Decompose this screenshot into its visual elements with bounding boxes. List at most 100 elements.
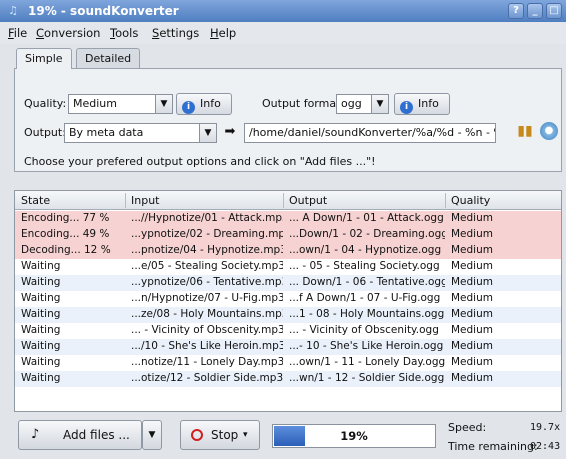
- cell-output: ...1 - 08 - Holy Mountains.ogg: [289, 308, 445, 320]
- output-mode-select[interactable]: By meta data: [64, 123, 200, 143]
- column-divider: [445, 193, 446, 208]
- table-row[interactable]: Decoding... 12 % ...pnotize/04 - Hypnotiz…: [15, 243, 561, 259]
- overall-progress-bar: 19%: [272, 424, 436, 448]
- cell-state: Waiting: [21, 372, 61, 384]
- table-row[interactable]: Waiting .../10 - She's Like Heroin.mp3...…: [15, 339, 561, 355]
- folder-icon[interactable]: ▮▮: [516, 122, 534, 140]
- cell-output: ...Down/1 - 02 - Dreaming.ogg: [289, 228, 445, 240]
- cell-quality: Medium: [451, 212, 493, 224]
- chevron-down-icon: ▾: [243, 430, 248, 440]
- cell-input: ...ypnotize/06 - Tentative.mp3: [131, 276, 283, 288]
- speed-value: 19.7x: [530, 422, 561, 433]
- cell-state: Waiting: [21, 340, 61, 352]
- output-mode-dropdown-arrow[interactable]: ▼: [199, 123, 217, 143]
- cell-output: ... Down/1 - 06 - Tentative.ogg: [289, 276, 445, 288]
- soundkonverter-window: ♫ 19% - soundKonverter ? _ □ File Conver…: [0, 0, 566, 459]
- menu-help[interactable]: Help: [210, 26, 236, 40]
- cell-quality: Medium: [451, 372, 493, 384]
- cell-output: ...f A Down/1 - 07 - U-Fig.ogg: [289, 292, 441, 304]
- cell-quality: Medium: [451, 244, 493, 256]
- quality-select[interactable]: Medium: [68, 94, 156, 114]
- quality-dropdown-arrow[interactable]: ▼: [155, 94, 173, 114]
- table-row[interactable]: Encoding... 77 % ...//Hypnotize/01 - Atta…: [15, 211, 561, 227]
- window-title: 19% - soundKonverter: [28, 4, 179, 18]
- menu-file[interactable]: File: [8, 26, 27, 40]
- table-row[interactable]: Waiting ...otize/12 - Soldier Side.mp3...…: [15, 371, 561, 387]
- speed-label: Speed:: [448, 421, 487, 434]
- time-remaining-label: Time remaining:: [448, 440, 538, 453]
- add-files-button[interactable]: ♪ Add files ...: [18, 420, 142, 450]
- info-icon: i: [182, 101, 195, 114]
- help-button[interactable]: ?: [508, 3, 524, 19]
- table-row[interactable]: Waiting ... - Vicinity of Obscenity.mp3..…: [15, 323, 561, 339]
- format-info-button[interactable]: i Info: [394, 93, 450, 115]
- table-row[interactable]: Waiting ...e/05 - Stealing Society.mp3...…: [15, 259, 561, 275]
- column-divider: [125, 193, 126, 208]
- minimize-button[interactable]: _: [527, 3, 543, 19]
- progress-percent: 19%: [340, 429, 368, 443]
- column-output[interactable]: Output: [289, 194, 327, 207]
- cell-quality: Medium: [451, 292, 493, 304]
- time-remaining-value: 02:43: [530, 441, 561, 452]
- cell-input: ...e/05 - Stealing Society.mp3: [131, 260, 283, 272]
- quality-info-button[interactable]: i Info: [176, 93, 232, 115]
- column-state[interactable]: State: [21, 194, 50, 207]
- cell-output: ...- 10 - She's Like Heroin.ogg: [289, 340, 444, 352]
- music-note-icon: ♪: [31, 427, 40, 442]
- output-path-field[interactable]: /home/daniel/soundKonverter/%a/%d - %n -…: [244, 123, 496, 143]
- output-format-select[interactable]: ogg: [336, 94, 372, 114]
- output-format-dropdown-arrow[interactable]: ▼: [371, 94, 389, 114]
- menu-bar: File Conversion Tools Settings Help: [0, 22, 566, 44]
- maximize-button[interactable]: □: [546, 3, 562, 19]
- menu-tools[interactable]: Tools: [110, 26, 138, 40]
- column-divider: [283, 193, 284, 208]
- cell-state: Encoding... 77 %: [21, 212, 110, 224]
- cell-quality: Medium: [451, 228, 493, 240]
- stop-icon: [191, 429, 203, 441]
- globe-icon[interactable]: ●: [540, 122, 558, 140]
- table-header: State Input Output Quality: [15, 191, 561, 210]
- cell-input: ...otize/12 - Soldier Side.mp3: [131, 372, 283, 384]
- cell-input: ...notize/11 - Lonely Day.mp3: [131, 356, 283, 368]
- title-bar[interactable]: ♫ 19% - soundKonverter ? _ □: [0, 0, 566, 22]
- cell-quality: Medium: [451, 260, 493, 272]
- menu-conversion[interactable]: Conversion: [36, 26, 100, 40]
- column-quality[interactable]: Quality: [451, 194, 490, 207]
- cell-state: Waiting: [21, 260, 61, 272]
- output-arrow-icon: ➡: [224, 124, 236, 139]
- cell-input: ...pnotize/04 - Hypnotize.mp3: [131, 244, 283, 256]
- cell-input: ... - Vicinity of Obscenity.mp3: [131, 324, 283, 336]
- cell-output: ...wn/1 - 12 - Soldier Side.ogg: [289, 372, 445, 384]
- cell-output: ...own/1 - 11 - Lonely Day.ogg: [289, 356, 445, 368]
- info-icon: i: [400, 101, 413, 114]
- cell-quality: Medium: [451, 356, 493, 368]
- hint-text: Choose your prefered output options and …: [24, 155, 376, 168]
- table-row[interactable]: Waiting ...ypnotize/06 - Tentative.mp3...…: [15, 275, 561, 291]
- file-list-table[interactable]: State Input Output Quality Encoding... 7…: [14, 190, 562, 412]
- tab-simple[interactable]: Simple: [16, 48, 72, 69]
- tab-detailed[interactable]: Detailed: [76, 48, 141, 68]
- cell-input: ...//Hypnotize/01 - Attack.mp3: [131, 212, 283, 224]
- cell-quality: Medium: [451, 324, 493, 336]
- table-row[interactable]: Waiting ...ze/08 - Holy Mountains.mp3 ...1…: [15, 307, 561, 323]
- table-row[interactable]: Waiting ...n/Hypnotize/07 - U-Fig.mp3 ...f…: [15, 291, 561, 307]
- cell-state: Decoding... 12 %: [21, 244, 111, 256]
- column-input[interactable]: Input: [131, 194, 159, 207]
- cell-input: .../10 - She's Like Heroin.mp3: [131, 340, 283, 352]
- cell-output: ... A Down/1 - 01 - Attack.ogg: [289, 212, 444, 224]
- table-row[interactable]: Waiting ...notize/11 - Lonely Day.mp3 ...o…: [15, 355, 561, 371]
- menu-settings[interactable]: Settings: [152, 26, 199, 40]
- cell-output: ... - 05 - Stealing Society.ogg: [289, 260, 440, 272]
- app-icon: ♫: [8, 4, 18, 17]
- cell-input: ...ypnotize/02 - Dreaming.mp3: [131, 228, 283, 240]
- table-row[interactable]: Encoding... 49 % ...ypnotize/02 - Dreamin…: [15, 227, 561, 243]
- cell-state: Encoding... 49 %: [21, 228, 110, 240]
- quality-label: Quality:: [24, 97, 67, 110]
- cell-output: ...own/1 - 04 - Hypnotize.ogg: [289, 244, 442, 256]
- cell-state: Waiting: [21, 324, 61, 336]
- stop-button[interactable]: Stop ▾: [180, 420, 260, 450]
- add-files-dropdown-arrow[interactable]: ▼: [142, 420, 162, 450]
- cell-state: Waiting: [21, 276, 61, 288]
- output-format-label: Output format:: [262, 97, 345, 110]
- cell-quality: Medium: [451, 276, 493, 288]
